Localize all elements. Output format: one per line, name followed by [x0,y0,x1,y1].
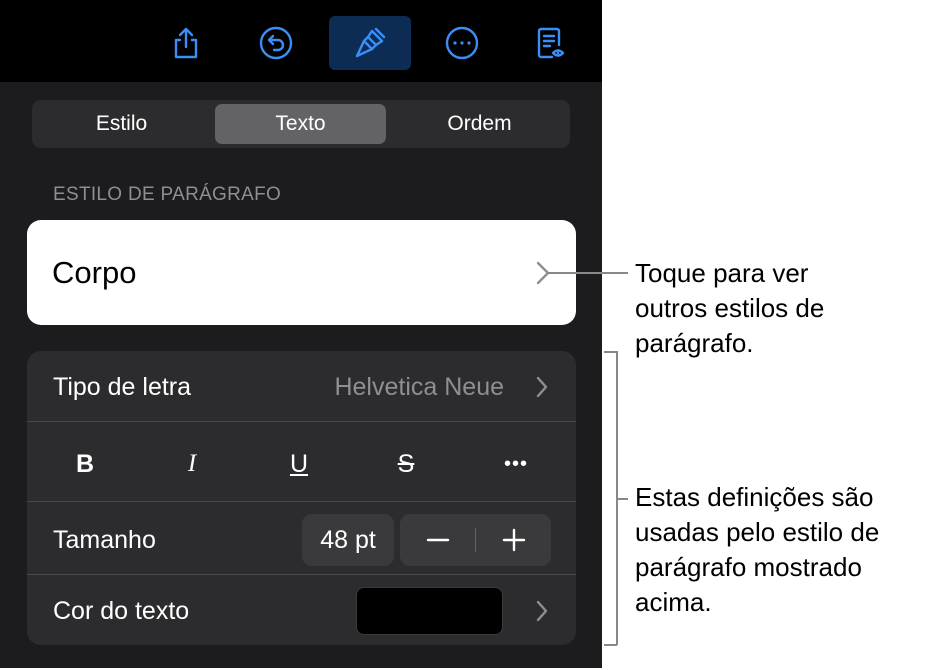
format-button[interactable] [329,16,411,70]
divider [27,501,576,502]
callout-line-text: acima. [635,587,712,617]
callout-line [548,272,628,274]
reading-view-icon [537,27,565,59]
text-color-label: Cor do texto [53,597,190,625]
size-field[interactable]: 48 pt [302,514,394,566]
toolbar [0,0,602,82]
italic-button[interactable]: I [162,447,222,481]
tab-texto[interactable]: Texto [215,104,386,144]
font-label: Tipo de letra [53,373,192,401]
font-value: Helvetica Neue [334,373,504,401]
chevron-right-icon [536,600,548,622]
plus-icon [502,528,525,552]
callout-line-text: outros estilos de [635,293,825,323]
bracket-line [617,498,628,500]
callout-line-text: usadas pelo estilo de [635,517,880,547]
bracket-line [604,644,617,646]
minus-icon [426,538,449,542]
size-label: Tamanho [53,526,156,554]
style-callout: Toque para ver outros estilos de parágra… [635,256,935,361]
paragraph-style-row[interactable]: Corpo [27,220,576,325]
undo-icon [259,26,293,60]
underline-button[interactable]: U [269,447,329,481]
more-button[interactable] [431,16,493,70]
callout-line-text: Estas definições são [635,482,874,512]
more-format-button[interactable]: ••• [486,447,546,481]
paragraph-style-label: Corpo [52,255,137,290]
font-row[interactable]: Tipo de letra Helvetica Neue [27,351,576,421]
callout-line-text: parágrafo. [635,328,754,358]
section-header: ESTILO DE PARÁGRAFO [53,184,282,205]
divider [27,574,576,575]
strikethrough-button[interactable]: S [376,447,436,481]
text-color-swatch[interactable] [356,587,503,635]
tab-ordem[interactable]: Ordem [394,104,565,144]
bracket-line [604,351,617,353]
format-brush-icon [355,27,386,58]
share-icon [174,27,198,59]
format-panel: Estilo Texto Ordem ESTILO DE PARÁGRAFO C… [0,0,602,668]
callout-line-text: Toque para ver [635,258,809,288]
size-stepper [400,514,551,566]
more-icon [445,26,479,60]
decrease-size-button[interactable] [400,514,475,566]
callout-line-text: parágrafo mostrado [635,552,862,582]
divider [27,421,576,422]
settings-callout: Estas definições são usadas pelo estilo … [635,480,935,620]
tab-estilo[interactable]: Estilo [36,104,207,144]
increase-size-button[interactable] [476,514,551,566]
tab-control: Estilo Texto Ordem [32,100,570,148]
reading-view-button[interactable] [519,16,581,70]
undo-button[interactable] [245,16,307,70]
bold-button[interactable]: B [55,447,115,481]
chevron-right-icon [536,376,548,398]
share-button[interactable] [155,16,217,70]
